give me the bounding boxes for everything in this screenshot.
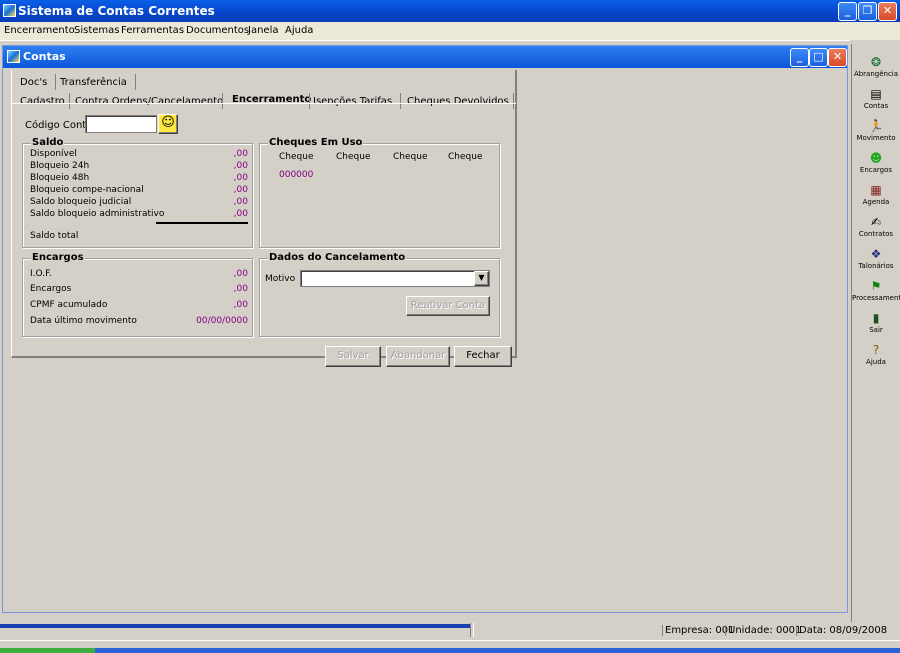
window-icon [7, 50, 20, 63]
bloqueio-24h-label: Bloqueio 24h [30, 161, 90, 171]
contas-title-bar: Contas _ □ ✕ [3, 46, 847, 68]
status-unidade: Unidade: 0001 [725, 625, 801, 636]
tab-transferencia[interactable]: Transferência [60, 77, 127, 88]
form-panel: Doc's Transferência Cadastro Contra Orde… [11, 70, 517, 367]
bloqueio-administrativo-label: Saldo bloqueio administrativo [30, 209, 165, 219]
contas-title: Contas [23, 50, 66, 63]
contas-window: Contas _ □ ✕ Doc's Transferência Cadastr… [2, 45, 848, 613]
saldo-group: Saldo Disponível ,00 Bloqueio 24h ,00 Bl… [22, 137, 253, 248]
bloqueio-compe-value: ,00 [233, 185, 248, 195]
cheque-number: 000000 [279, 170, 314, 180]
exit-door-icon: ▮ [872, 311, 880, 325]
status-data: Data: 08/09/2008 [796, 625, 887, 636]
data-ultimo-movimento-value: 00/00/0000 [196, 316, 248, 326]
dados-cancelamento-group: Dados do Cancelamento Motivo ▼ Reativar … [259, 252, 500, 337]
motivo-select[interactable]: ▼ [300, 270, 490, 287]
encargos-group: Encargos I.O.F. ,00 Encargos ,00 CPMF ac… [22, 252, 253, 337]
abandonar-button[interactable]: Abandonar [386, 346, 450, 367]
cpmf-label: CPMF acumulado [30, 300, 108, 310]
bloqueio-48h-label: Bloqueio 48h [30, 173, 90, 183]
cheque-col-2: Cheque [336, 152, 371, 162]
child-maximize-icon[interactable]: □ [809, 48, 828, 67]
minimize-icon[interactable]: _ [838, 2, 857, 21]
encerramento-page: Código Conta ☺ Saldo Disponível ,00 Bloq… [12, 103, 516, 367]
smiley-icon: ☻ [869, 151, 883, 165]
menu-documentos[interactable]: Documentos [186, 25, 249, 36]
tool-abrangencia[interactable]: ❂ Abrangência [852, 55, 900, 79]
codigo-conta-input[interactable] [85, 115, 157, 133]
tab-docs[interactable]: Doc's [20, 77, 47, 88]
menu-bar: Encerramento Sistemas Ferramentas Docume… [0, 22, 900, 40]
total-rule [156, 222, 248, 224]
encargos-value: ,00 [233, 284, 248, 294]
menu-ferramentas[interactable]: Ferramentas [121, 25, 184, 36]
runner-icon: 🏃 [868, 119, 884, 133]
tool-contas[interactable]: ▤ Contas [852, 87, 900, 111]
cpmf-value: ,00 [233, 300, 248, 310]
smiley-search-icon[interactable]: ☺ [158, 114, 178, 134]
bloqueio-48h-value: ,00 [233, 173, 248, 183]
close-icon[interactable]: ✕ [878, 2, 897, 21]
app-title: Sistema de Contas Correntes [18, 4, 215, 18]
books-icon: ❖ [870, 247, 882, 261]
flag-icon: ⚑ [870, 279, 882, 293]
help-question-icon: ? [872, 343, 880, 357]
tool-processamento[interactable]: ⚑ Processament [852, 279, 900, 303]
menu-sistemas[interactable]: Sistemas [74, 25, 120, 36]
child-close-icon[interactable]: ✕ [828, 48, 847, 67]
cheque-col-3: Cheque [393, 152, 428, 162]
status-empresa: Empresa: 001 [662, 625, 734, 636]
tool-sair[interactable]: ▮ Sair [852, 311, 900, 335]
menu-encerramento[interactable]: Encerramento [4, 25, 75, 36]
cheque-col-4: Cheque [448, 152, 483, 162]
bloqueio-24h-value: ,00 [233, 161, 248, 171]
fechar-button[interactable]: Fechar [454, 346, 512, 367]
tool-ajuda[interactable]: ? Ajuda [852, 343, 900, 367]
menu-ajuda[interactable]: Ajuda [285, 25, 313, 36]
reativar-conta-button[interactable]: Reativar Conta [406, 296, 490, 316]
menu-janela[interactable]: Janela [248, 25, 278, 36]
disponivel-value: ,00 [233, 149, 248, 159]
globe-icon: ❂ [870, 55, 882, 69]
bloqueio-administrativo-value: ,00 [233, 209, 248, 219]
tool-agenda[interactable]: ▦ Agenda [852, 183, 900, 207]
salvar-button[interactable]: Salvar [325, 346, 381, 367]
disponivel-label: Disponível [30, 149, 77, 159]
iof-value: ,00 [233, 269, 248, 279]
document-icon: ▤ [870, 87, 882, 101]
cheques-em-uso-group: Cheques Em Uso Cheque Cheque Cheque Cheq… [259, 137, 500, 248]
saldo-total-label: Saldo total [30, 231, 79, 241]
child-minimize-icon[interactable]: _ [790, 48, 809, 67]
status-bar: Empresa: 001 Unidade: 0001 Data: 08/09/2… [0, 622, 900, 653]
cheques-title: Cheques Em Uso [268, 137, 364, 148]
app-title-bar: Sistema de Contas Correntes _ ❐ ✕ [0, 0, 900, 22]
progress-track [0, 624, 470, 628]
chevron-down-icon[interactable]: ▼ [474, 271, 489, 286]
handshake-icon: ✍ [870, 215, 882, 229]
encargos-label: Encargos [30, 284, 72, 294]
data-ultimo-movimento-label: Data último movimento [30, 316, 137, 326]
bloqueio-compe-label: Bloqueio compe-nacional [30, 185, 144, 195]
tool-talonarios[interactable]: ❖ Talonários [852, 247, 900, 271]
calendar-icon: ▦ [870, 183, 882, 197]
iof-label: I.O.F. [30, 269, 52, 279]
cancelamento-title: Dados do Cancelamento [268, 252, 407, 263]
tool-encargos[interactable]: ☻ Encargos [852, 151, 900, 175]
bloqueio-judicial-value: ,00 [233, 197, 248, 207]
motivo-label: Motivo [265, 274, 296, 284]
bloqueio-judicial-label: Saldo bloqueio judicial [30, 197, 132, 207]
restore-icon[interactable]: ❐ [858, 2, 877, 21]
tool-contratos[interactable]: ✍ Contratos [852, 215, 900, 239]
encargos-title: Encargos [31, 252, 85, 263]
saldo-title: Saldo [31, 137, 65, 148]
codigo-conta-label: Código Conta [25, 120, 93, 131]
tool-movimento[interactable]: 🏃 Movimento [852, 119, 900, 143]
right-toolbar: ❂ Abrangência ▤ Contas 🏃 Movimento ☻ Encargo… [851, 44, 900, 622]
cheque-col-1: Cheque [279, 152, 314, 162]
app-icon [3, 4, 16, 17]
